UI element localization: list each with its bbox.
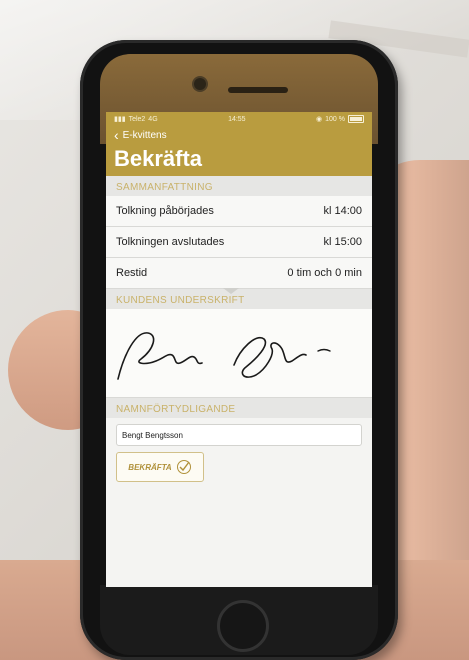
signature-pad[interactable] [106, 309, 372, 398]
photo-scene: ▮▮▮ Tele2 4G 14:55 ◉ 100 % ‹ E-kvittens … [0, 0, 469, 660]
row-label: Tolkningen avslutades [116, 236, 225, 248]
back-button[interactable]: ‹ E-kvittens [114, 126, 364, 144]
battery-percent: 100 % [325, 115, 345, 123]
carrier-label: Tele2 [128, 115, 146, 123]
signal-icon: ▮▮▮ [114, 116, 126, 123]
app-header: ▮▮▮ Tele2 4G 14:55 ◉ 100 % ‹ E-kvittens … [106, 112, 372, 176]
name-value: Bengt Bengtsson [122, 430, 183, 440]
summary-row-end: Tolkningen avslutades kl 15:00 [106, 227, 372, 258]
checkmark-icon [176, 460, 191, 474]
collapse-indicator-icon [223, 288, 239, 294]
signature-section-header: KUNDENS UNDERSKRIFT [106, 288, 372, 309]
row-value: kl 14:00 [323, 205, 362, 217]
row-value: kl 15:00 [323, 236, 362, 248]
network-label: 4G [148, 115, 158, 123]
earpiece-speaker [228, 87, 288, 93]
page-title: Bekräfta [114, 146, 203, 171]
home-button[interactable] [217, 600, 269, 652]
signature-header-label: KUNDENS UNDERSKRIFT [116, 295, 245, 306]
confirm-label: BEKRÄFTA [128, 462, 172, 472]
signature-drawing [117, 332, 331, 380]
name-section-header: NAMNFÖRTYDLIGANDE [106, 398, 372, 418]
status-bar: ▮▮▮ Tele2 4G 14:55 ◉ 100 % [114, 112, 364, 126]
back-label: E-kvittens [122, 129, 167, 141]
summary-row-travel: Restid 0 tim och 0 min [106, 258, 372, 289]
summary-row-start: Tolkning påbörjades kl 14:00 [106, 196, 372, 227]
name-clarification-field[interactable]: Bengt Bengtsson [116, 424, 362, 446]
row-label: Tolkning påbörjades [116, 205, 214, 217]
row-value: 0 tim och 0 min [287, 267, 362, 279]
front-camera [194, 78, 206, 90]
alarm-icon: ◉ [316, 116, 323, 123]
row-label: Restid [116, 267, 148, 279]
battery-icon [347, 115, 364, 123]
summary-section-header: SAMMANFATTNING [106, 176, 372, 196]
phone-screen: ▮▮▮ Tele2 4G 14:55 ◉ 100 % ‹ E-kvittens … [106, 112, 372, 587]
clock: 14:55 [228, 115, 246, 123]
confirm-button[interactable]: BEKRÄFTA [116, 452, 204, 482]
chevron-left-icon: ‹ [114, 127, 119, 143]
